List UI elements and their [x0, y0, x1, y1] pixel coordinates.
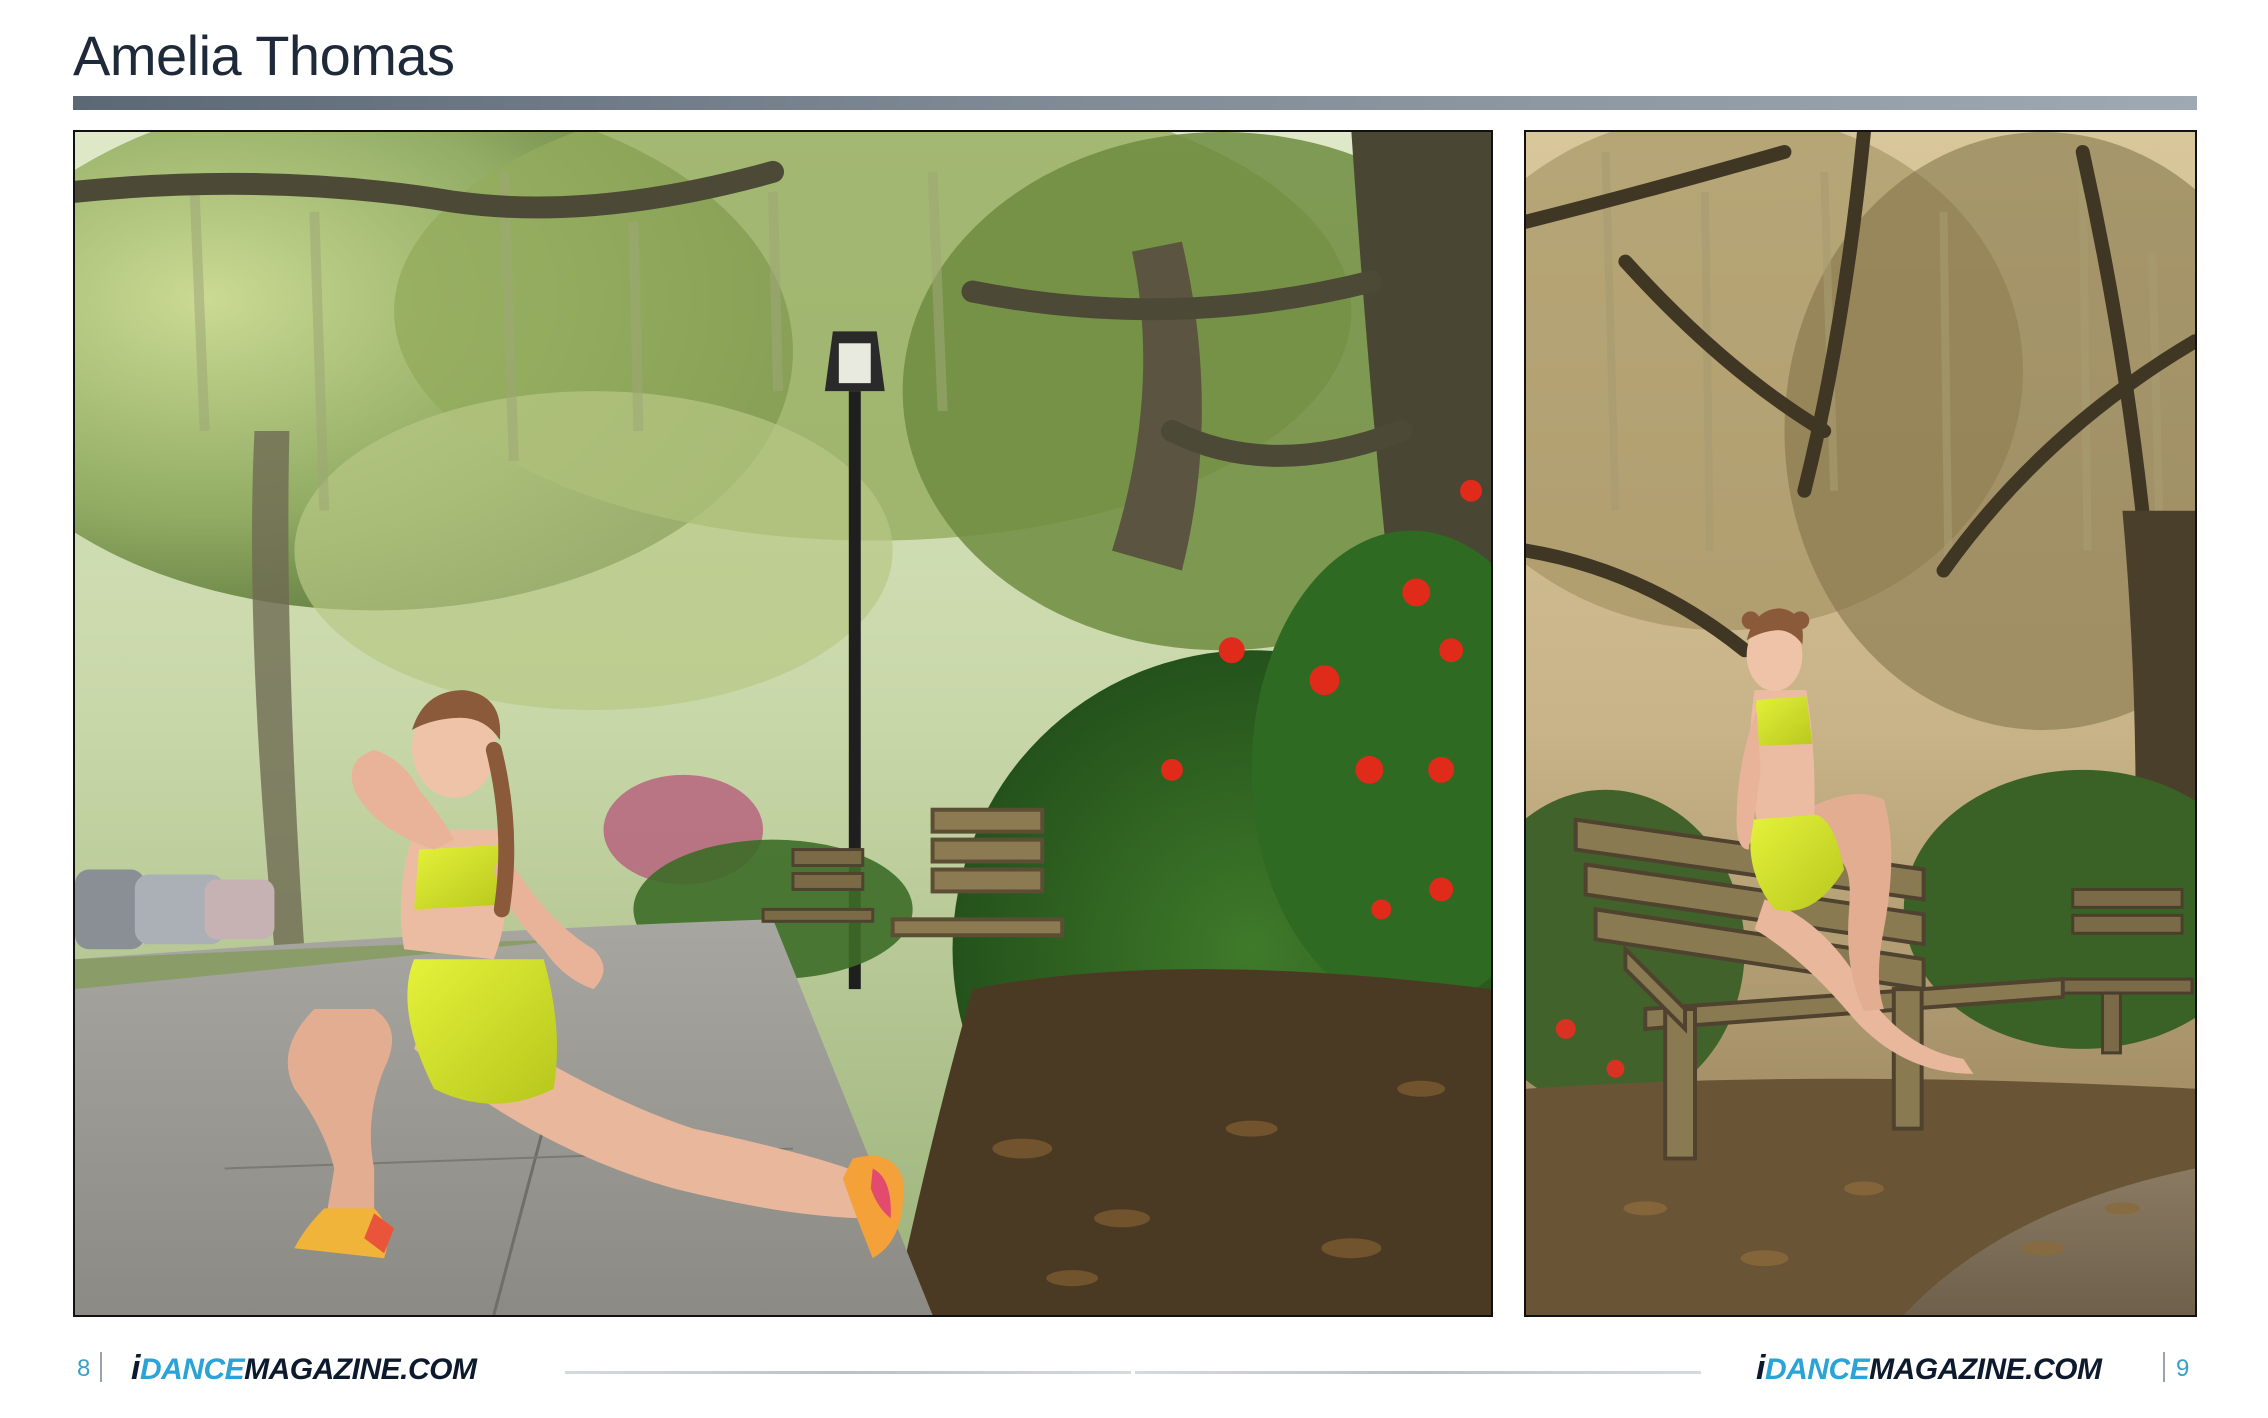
- footer-line-left: [565, 1371, 1131, 1374]
- left-page-separator: [100, 1352, 102, 1382]
- photo-dancer-bench: [1524, 130, 2197, 1317]
- photo-dancer-lunge-image: [75, 132, 1491, 1315]
- photo-dancer-lunge: [73, 130, 1493, 1317]
- brand-i-mark: i: [131, 1349, 140, 1387]
- brand-magazine: MAGAZINE.COM: [1869, 1353, 2102, 1386]
- footer-line-right: [1135, 1371, 1701, 1374]
- title-rule: [73, 96, 2197, 110]
- left-page-number: 8: [77, 1355, 91, 1382]
- photo-dancer-bench-image: [1526, 132, 2195, 1315]
- right-page-number: 9: [2176, 1355, 2190, 1382]
- brand-logo-left: iDANCEMAGAZINE.COM: [131, 1348, 477, 1389]
- brand-dance: DANCE: [139, 1353, 245, 1386]
- page-title: Amelia Thomas: [73, 24, 455, 87]
- brand-dance: DANCE: [1764, 1353, 1870, 1386]
- right-page-separator: [2163, 1352, 2165, 1382]
- brand-magazine: MAGAZINE.COM: [244, 1353, 477, 1386]
- brand-logo-right: iDANCEMAGAZINE.COM: [1756, 1348, 2102, 1389]
- brand-i-mark: i: [1756, 1349, 1765, 1387]
